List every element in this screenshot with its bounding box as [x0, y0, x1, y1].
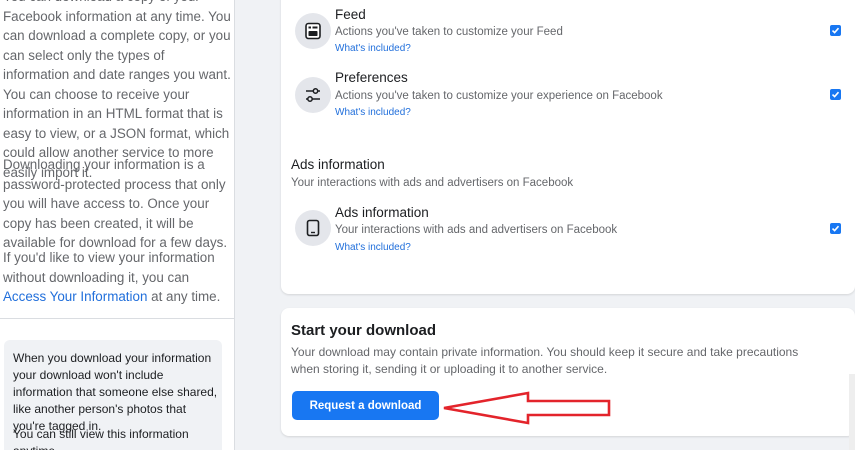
annotation-arrow-icon [443, 391, 611, 425]
feed-icon [295, 13, 331, 49]
access-info-prefix: If you'd like to view your information w… [3, 250, 215, 285]
preferences-description: Actions you've taken to customize your e… [335, 90, 663, 102]
sliders-icon [295, 77, 331, 113]
ads-section-subheading: Your interactions with ads and advertise… [291, 177, 574, 189]
ads-section-heading: Ads information [291, 157, 385, 172]
request-download-button[interactable]: Request a download [292, 391, 439, 420]
feed-title: Feed [335, 7, 366, 22]
ads-information-checkbox[interactable] [830, 223, 841, 234]
checkmark-icon [831, 91, 840, 98]
preferences-checkbox[interactable] [830, 89, 841, 100]
tablet-icon [295, 210, 331, 246]
information-categories-card: Feed Actions you've taken to customize y… [281, 0, 855, 294]
access-info-suffix: at any time. [147, 289, 221, 304]
start-download-title: Start your download [291, 322, 437, 339]
access-info-paragraph: If you'd like to view your information w… [3, 248, 231, 307]
left-info-panel: You can download a copy of your Facebook… [0, 0, 235, 450]
feed-whats-included-link[interactable]: What's included? [335, 43, 411, 54]
panel-divider [0, 318, 234, 319]
feed-checkbox[interactable] [830, 25, 841, 36]
feed-description: Actions you've taken to customize your F… [335, 26, 563, 38]
preferences-whats-included-link[interactable]: What's included? [335, 107, 411, 118]
preferences-title: Preferences [335, 70, 408, 85]
password-protection-paragraph: Downloading your information is a passwo… [3, 157, 228, 250]
access-your-information-link[interactable]: Access Your Information [3, 289, 147, 304]
notice-box: When you download your information your … [4, 340, 222, 450]
checkmark-icon [831, 27, 840, 34]
checkmark-icon [831, 225, 840, 232]
scrollbar-edge [849, 374, 855, 450]
ads-whats-included-link[interactable]: What's included? [335, 242, 411, 253]
notice-text-shared-info: When you download your information your … [13, 351, 218, 433]
ads-information-description: Your interactions with ads and advertise… [335, 224, 618, 236]
ads-information-title: Ads information [335, 205, 429, 220]
start-download-description: Your download may contain private inform… [291, 345, 799, 376]
notice-text-view-anytime: You can still view this information anyt… [13, 427, 189, 450]
